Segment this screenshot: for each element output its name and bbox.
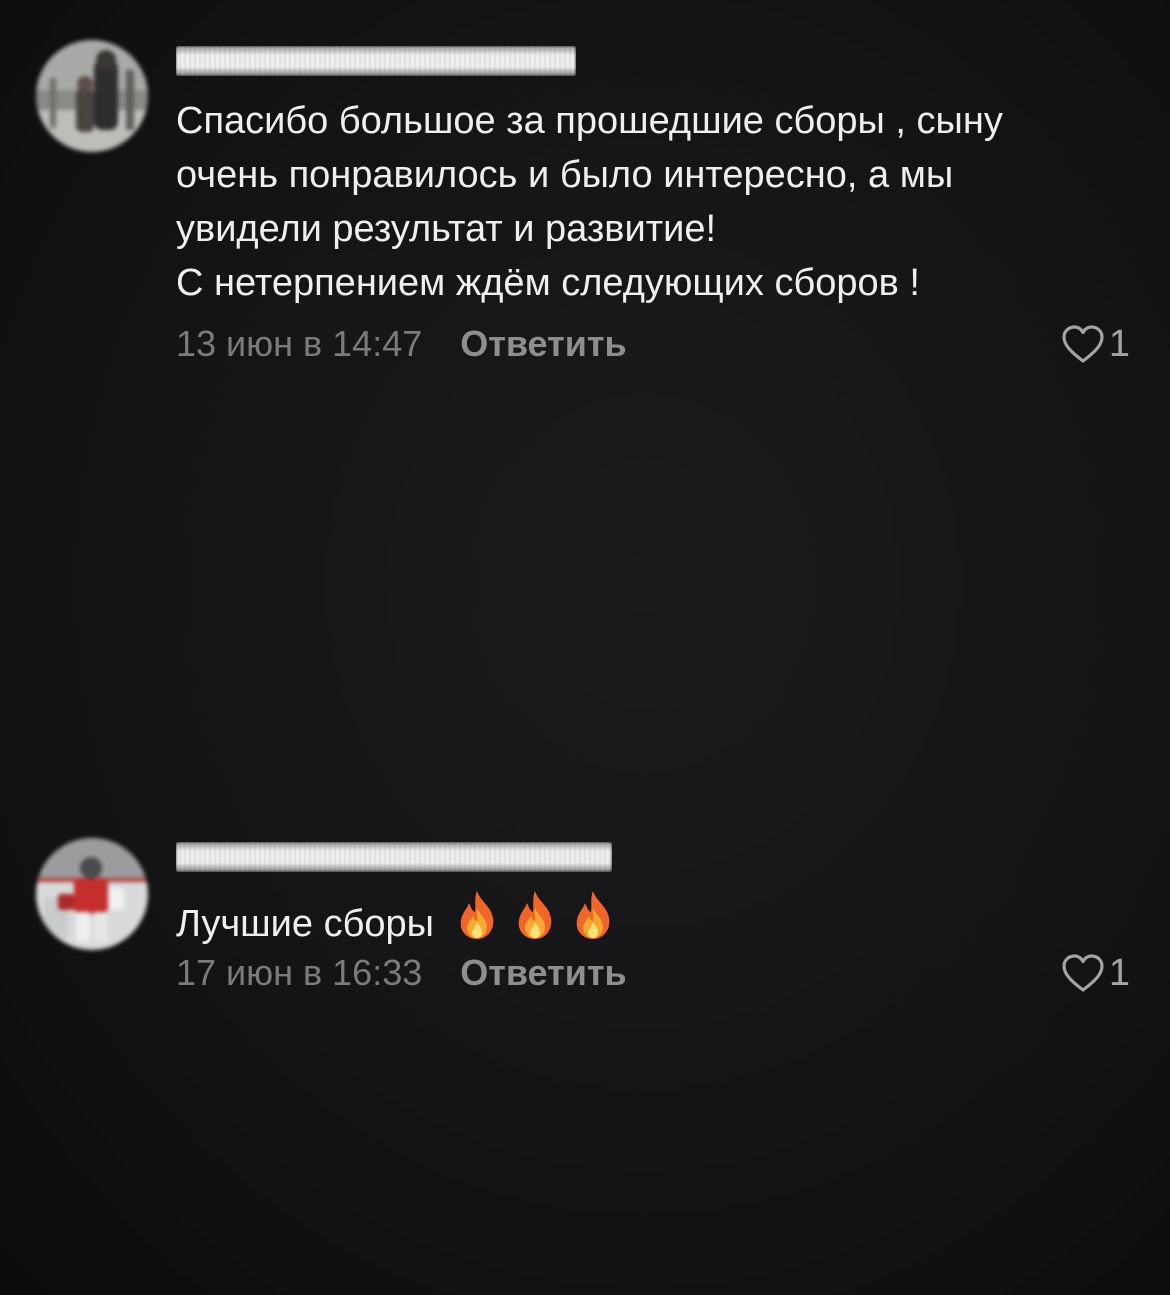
comment-text-line: Спасибо большое за прошедшие сборы , сын… [176, 100, 1003, 142]
comment-text-line: увидели результат и развитие! [176, 208, 717, 250]
avatar[interactable] [36, 838, 148, 950]
like-button[interactable]: 1 [1061, 952, 1130, 995]
fire-icon [566, 888, 620, 942]
comment-text-line: С нетерпением ждём следующих сборов ! [176, 262, 920, 304]
comment-text-body: Лучшие сборы [176, 903, 434, 945]
heart-icon[interactable] [1061, 324, 1105, 364]
like-button[interactable]: 1 [1061, 323, 1130, 366]
avatar[interactable] [36, 40, 148, 152]
comment-item: Спасибо большое за прошедшие сборы , сын… [0, 0, 1170, 420]
avatar-photo [36, 40, 148, 152]
comment-text: Спасибо большое за прошедшие сборы , сын… [176, 94, 1130, 310]
reply-button[interactable]: Ответить [460, 952, 626, 994]
author-name-redacted[interactable] [176, 46, 576, 76]
comment-text-line: Лучшие сборы [176, 888, 1130, 951]
avatar-photo [36, 838, 148, 950]
comment-meta: 17 июн в 16:33 Ответить 1 [176, 949, 1130, 997]
like-count: 1 [1108, 322, 1130, 365]
comment-text: Лучшие сборы [176, 888, 1130, 951]
comment-item: Лучшие сборы 17 июн в 16:33 Ответить 1 [0, 800, 1170, 1020]
comment-text-line: очень понравилось и было интересно, а мы [176, 154, 954, 196]
timestamp: 13 июн в 14:47 [176, 323, 423, 364]
heart-icon[interactable] [1061, 953, 1105, 993]
emoji-group [450, 888, 620, 942]
comment-meta: 13 июн в 14:47 Ответить 1 [176, 320, 1130, 368]
author-name-redacted[interactable] [176, 842, 612, 872]
timestamp: 17 июн в 16:33 [176, 952, 423, 993]
fire-icon [450, 888, 504, 942]
like-count: 1 [1108, 951, 1130, 994]
fire-icon [508, 888, 562, 942]
reply-button[interactable]: Ответить [460, 323, 626, 365]
